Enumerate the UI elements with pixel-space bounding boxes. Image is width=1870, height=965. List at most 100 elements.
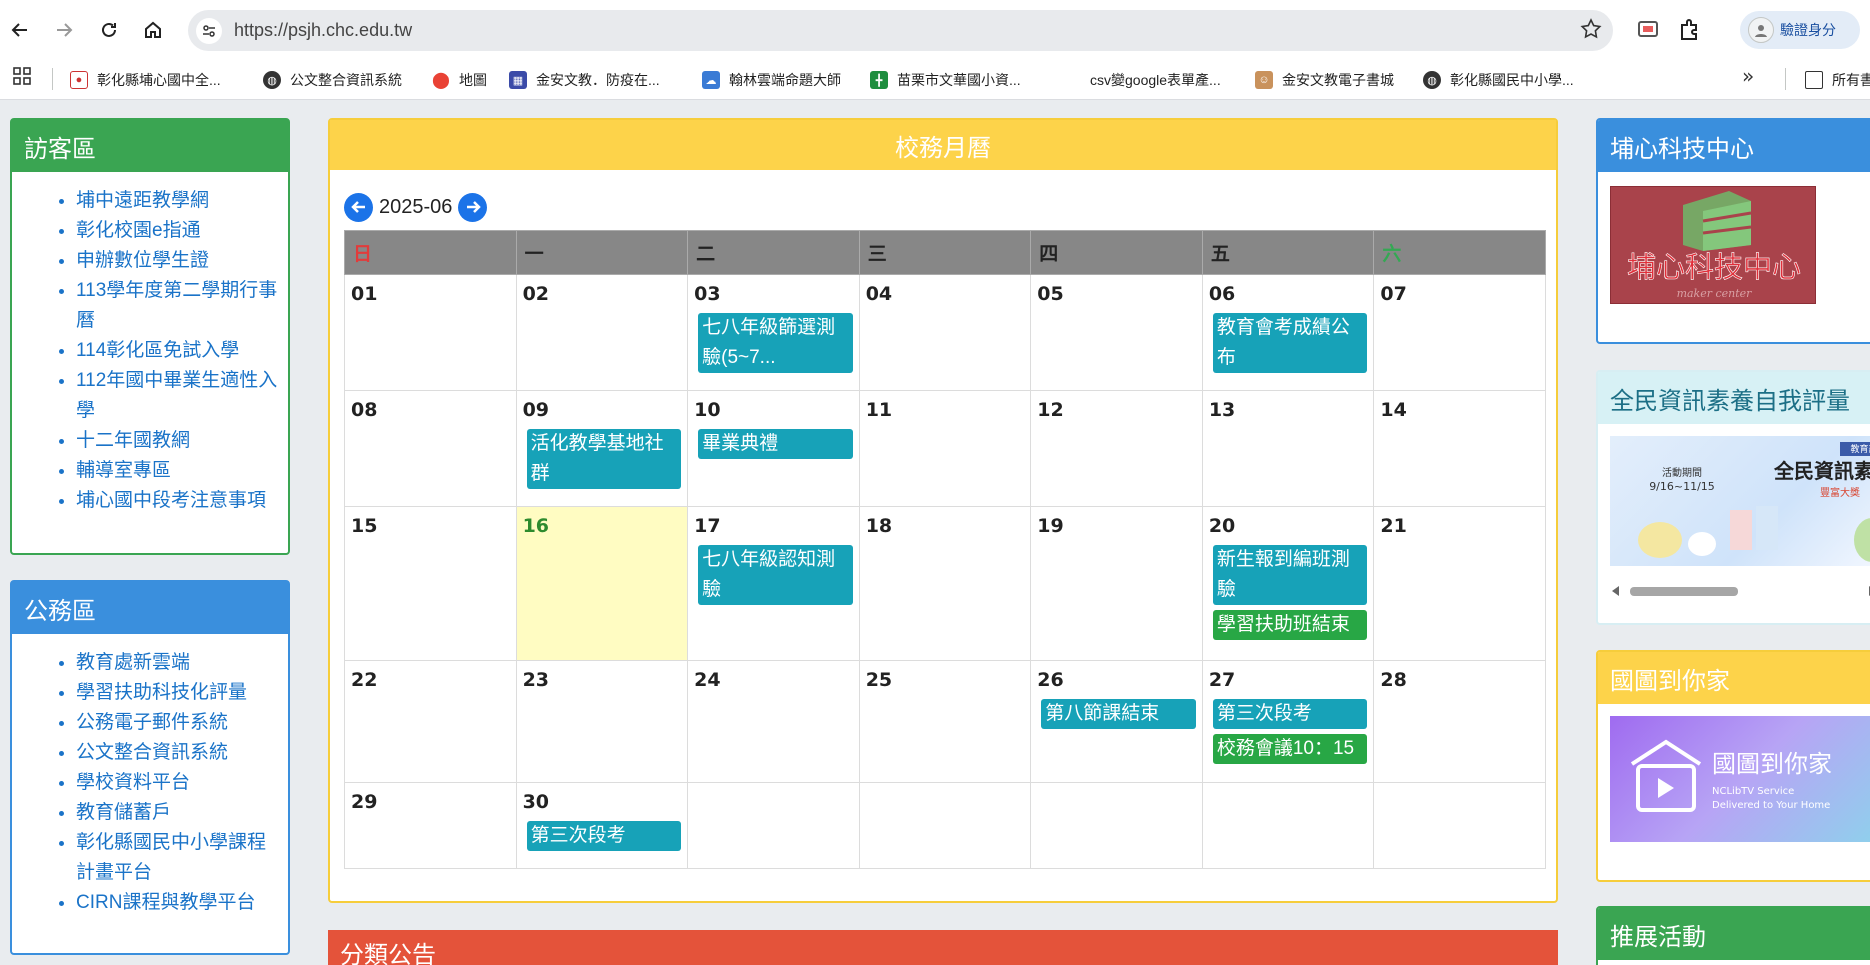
globe-icon: ◍: [263, 71, 281, 89]
calendar-day-cell[interactable]: 08: [344, 390, 517, 507]
visitor-link[interactable]: 申辦數位學生證: [76, 246, 288, 276]
bookmark-label: 翰林雲端命題大師: [729, 72, 841, 88]
bookmark-item[interactable]: ☺ 金安文教電子書城: [1255, 68, 1394, 92]
calendar-event[interactable]: 七八年級篩選測驗(5~7...: [698, 313, 853, 373]
calendar-day-cell[interactable]: 07: [1373, 274, 1546, 391]
more-bookmarks-chevron-icon[interactable]: »: [1742, 64, 1754, 88]
calendar-day-cell[interactable]: 27 第三次段考 校務會議10：15: [1201, 660, 1375, 783]
calendar-day-cell[interactable]: 01: [344, 274, 517, 391]
calendar-day-cell[interactable]: 14: [1373, 390, 1546, 507]
official-link[interactable]: 教育處新雲端: [76, 648, 288, 678]
bookmark-star-icon[interactable]: [1579, 17, 1603, 45]
url-text[interactable]: https://psjh.chc.edu.tw: [234, 20, 412, 41]
calendar-event[interactable]: 新生報到編班測驗: [1212, 545, 1368, 605]
visitor-link[interactable]: 埔中遠距教學網: [76, 186, 288, 216]
calendar-day-cell[interactable]: 13: [1201, 390, 1375, 507]
official-link[interactable]: 教育儲蓄戶: [76, 798, 288, 828]
calendar-event[interactable]: 第三次段考: [526, 821, 682, 851]
calendar-day-cell[interactable]: 05: [1030, 274, 1203, 391]
calendar-day-cell[interactable]: 29: [344, 782, 517, 869]
calendar-day-cell[interactable]: 26 第八節課結束: [1030, 660, 1203, 783]
back-button[interactable]: [4, 14, 36, 46]
calendar-day-number: 25: [865, 669, 893, 691]
visitor-link[interactable]: 114彰化區免試入學: [76, 336, 288, 366]
calendar-day-cell[interactable]: 04: [858, 274, 1032, 391]
calendar-day-number: 04: [865, 283, 893, 305]
prev-month-button[interactable]: [344, 192, 373, 222]
calendar-day-cell[interactable]: 21: [1373, 506, 1546, 661]
bookmark-item[interactable]: ☁ 翰林雲端命題大師: [702, 68, 841, 92]
calendar-day-cell[interactable]: 15: [344, 506, 517, 661]
reload-button[interactable]: [93, 14, 125, 46]
next-month-button[interactable]: [458, 192, 488, 222]
calendar-day-cell[interactable]: 18: [858, 506, 1032, 661]
calendar-event[interactable]: 第八節課結束: [1041, 699, 1196, 729]
official-link[interactable]: 公務電子郵件系統: [76, 708, 288, 738]
calendar-day-cell[interactable]: 11: [858, 390, 1032, 507]
calendar-event[interactable]: 七八年級認知測驗: [698, 545, 853, 605]
calendar-day-cell[interactable]: 23: [515, 660, 689, 783]
national-library-banner[interactable]: 國圖到你家 NCLibTV Service Delivered to Your …: [1610, 716, 1870, 842]
calendar-day-cell-today[interactable]: 16: [515, 506, 689, 661]
bookmark-item[interactable]: ⬤ 地圖: [432, 68, 487, 92]
bookmark-item[interactable]: csv變google表單產...: [1090, 68, 1221, 92]
calendar-day-cell[interactable]: 09 活化教學基地社群: [515, 390, 689, 507]
calendar-event[interactable]: 教育會考成績公布: [1212, 313, 1368, 373]
bookmark-item[interactable]: ◍ 公文整合資訊系統: [263, 68, 402, 92]
official-link[interactable]: 彰化縣國民中小學課程計畫平台: [76, 828, 288, 888]
calendar-day-number: 16: [522, 515, 550, 537]
bookmark-item[interactable]: ● 彰化縣埔心國中全...: [70, 68, 221, 92]
calendar-day-cell[interactable]: 17 七八年級認知測驗: [687, 506, 860, 661]
calendar-event[interactable]: 第三次段考: [1212, 699, 1368, 729]
calendar-day-cell[interactable]: 12: [1030, 390, 1203, 507]
weekday-header-row: 日 一 二 三 四 五 六: [344, 230, 1546, 275]
calendar-day-cell[interactable]: 02: [515, 274, 689, 391]
calendar-day-cell[interactable]: 30 第三次段考: [515, 782, 689, 869]
visitor-link[interactable]: 十二年國教網: [76, 426, 288, 456]
official-link[interactable]: 公文整合資訊系統: [76, 738, 288, 768]
bookmark-item[interactable]: ▦ 金安文教．防疫在...: [509, 68, 660, 92]
calendar-day-number: 26: [1037, 669, 1064, 691]
calendar-day-cell[interactable]: 28: [1373, 660, 1546, 783]
calendar-day-cell[interactable]: 10 畢業典禮: [687, 390, 860, 507]
calendar-day-cell[interactable]: 03 七八年級篩選測驗(5~7...: [687, 274, 860, 391]
digital-literacy-banner[interactable]: 教育部 活動期間 9/16~11/15 全民資訊素 豐富大獎: [1610, 436, 1870, 566]
verify-identity-button[interactable]: 驗證身分: [1740, 11, 1860, 49]
official-link[interactable]: 學校資料平台: [76, 768, 288, 798]
calendar-day-cell[interactable]: 20 新生報到編班測驗 學習扶助班結束: [1201, 506, 1375, 661]
school-favicon-icon: ●: [70, 71, 88, 89]
extensions-icon[interactable]: [1677, 16, 1703, 46]
weekday-header: 一: [515, 230, 689, 275]
official-link[interactable]: 學習扶助科技化評量: [76, 678, 288, 708]
visitor-link[interactable]: 彰化校園e指通: [76, 216, 288, 246]
calendar-day-number: 17: [694, 515, 721, 537]
verify-identity-label: 驗證身分: [1780, 22, 1836, 38]
calendar-day-cell[interactable]: 24: [687, 660, 860, 783]
bookmark-item[interactable]: ╋ 苗栗市文華國小資...: [870, 68, 1021, 92]
bookmark-item[interactable]: ◍ 彰化縣國民中小學...: [1423, 68, 1574, 92]
calendar-event[interactable]: 活化教學基地社群: [526, 429, 682, 489]
visitor-link[interactable]: 113學年度第二學期行事曆: [76, 276, 288, 336]
calendar-event[interactable]: 校務會議10：15: [1212, 734, 1368, 764]
cast-icon[interactable]: [1635, 16, 1661, 46]
calendar-event[interactable]: 學習扶助班結束: [1212, 610, 1368, 640]
visitor-link[interactable]: 埔心國中段考注意事項: [76, 486, 288, 516]
tech-center-logo[interactable]: 埔心科技中心 maker center: [1610, 186, 1816, 304]
calendar-day-cell[interactable]: 06 教育會考成績公布: [1201, 274, 1375, 391]
apps-grid-icon[interactable]: [12, 66, 32, 90]
globe-icon: ◍: [1423, 71, 1441, 89]
visitor-link[interactable]: 112年國中畢業生適性入學: [76, 366, 288, 426]
visitor-link[interactable]: 輔導室專區: [76, 456, 288, 486]
banner-horizontal-scrollbar[interactable]: [1610, 584, 1870, 598]
calendar-event[interactable]: 畢業典禮: [698, 429, 853, 459]
official-link[interactable]: CIRN課程與教學平台: [76, 888, 288, 918]
forward-button[interactable]: [48, 14, 80, 46]
calendar-day-cell[interactable]: 19: [1030, 506, 1203, 661]
address-bar[interactable]: https://psjh.chc.edu.tw: [188, 10, 1613, 51]
site-info-icon[interactable]: [196, 18, 222, 44]
all-bookmarks-item[interactable]: 所有書: [1805, 68, 1870, 92]
calendar-day-cell[interactable]: 22: [344, 660, 517, 783]
svg-text:埔心科技中心: 埔心科技中心: [1627, 250, 1801, 284]
home-button[interactable]: [137, 14, 169, 46]
calendar-day-cell[interactable]: 25: [858, 660, 1032, 783]
